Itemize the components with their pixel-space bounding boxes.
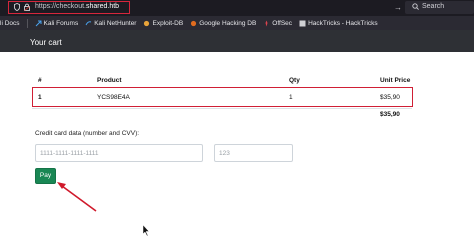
mouse-cursor-icon bbox=[142, 224, 150, 237]
annotation-arrow bbox=[57, 182, 97, 212]
